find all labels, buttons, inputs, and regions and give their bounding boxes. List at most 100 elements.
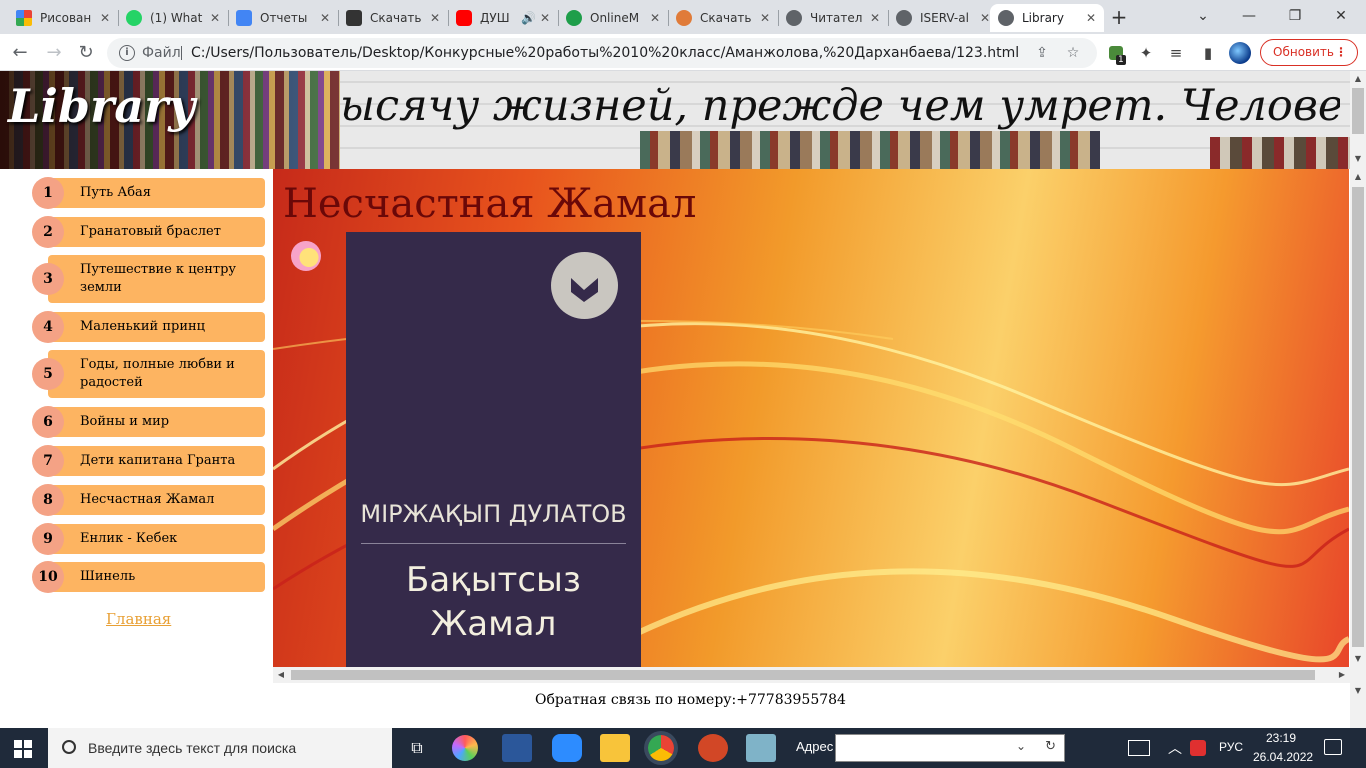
close-icon[interactable]: ✕ — [760, 11, 770, 25]
nav-link[interactable]: Путь Абая — [48, 178, 265, 208]
nav-item-6[interactable]: 6 Войны и мир — [32, 406, 265, 438]
extensions-puzzle-icon[interactable]: ✦ — [1136, 43, 1156, 63]
zoom-icon[interactable] — [552, 734, 582, 762]
windows-start-icon[interactable] — [14, 740, 32, 758]
search-placeholder: Введите здесь текст для поиска — [88, 740, 297, 756]
nav-item-8[interactable]: 8 Несчастная Жамал — [32, 484, 265, 516]
share-icon[interactable]: ⇪ — [1032, 43, 1052, 63]
nav-link[interactable]: Енлик - Кебек — [48, 524, 265, 554]
close-icon[interactable]: ✕ — [320, 11, 330, 25]
nav-link[interactable]: Несчастная Жамал — [48, 485, 265, 515]
forward-arrow-icon[interactable]: → — [40, 39, 68, 67]
paint3d-icon[interactable] — [452, 735, 478, 761]
close-icon[interactable]: ✕ — [540, 11, 550, 25]
close-icon[interactable]: ✕ — [650, 11, 660, 25]
address-bar[interactable]: i Файл C:/Users/Пользователь/Desktop/Кон… — [107, 38, 1097, 68]
close-icon[interactable]: ✕ — [1086, 11, 1096, 25]
tab-1[interactable]: Рисован ✕ — [8, 4, 118, 32]
scroll-thumb[interactable] — [1352, 88, 1364, 134]
back-arrow-icon[interactable]: ← — [6, 39, 34, 67]
nav-item-9[interactable]: 9 Енлик - Кебек — [32, 523, 265, 555]
nav-item-4[interactable]: 4 Маленький принц — [32, 311, 265, 343]
notifications-icon[interactable] — [1324, 739, 1342, 755]
close-icon[interactable]: ✕ — [100, 11, 110, 25]
clock-date[interactable]: 26.04.2022 — [1253, 750, 1313, 764]
scroll-down-icon[interactable]: ▼ — [1350, 683, 1366, 699]
bookmark-star-icon[interactable]: ☆ — [1063, 43, 1083, 63]
nav-link[interactable]: Путешествие к центру земли — [48, 255, 265, 303]
new-tab-button[interactable]: + — [1108, 4, 1130, 30]
home-link[interactable]: Главная — [106, 610, 171, 628]
more-menu-icon[interactable]: ⋮ — [1335, 40, 1347, 65]
extension-badge-icon[interactable]: 1 — [1106, 43, 1126, 65]
nav-link[interactable]: Гранатовый браслет — [48, 217, 265, 247]
site-logo[interactable]: Library — [8, 79, 195, 133]
tab-label: Читател — [810, 11, 863, 25]
tab-8[interactable]: Читател ✕ — [778, 4, 888, 32]
scroll-thumb[interactable] — [1352, 187, 1364, 647]
reload-icon[interactable]: ↻ — [72, 39, 100, 67]
minimize-button[interactable]: — — [1226, 4, 1272, 28]
nav-item-7[interactable]: 7 Дети капитана Гранта — [32, 445, 265, 477]
nav-item-5[interactable]: 5 Годы, полные любви и радостей — [32, 350, 265, 398]
book-content-frame: Несчастная Жамал МІРЖАҚЫП ДУЛАТОВ Бақытс… — [273, 169, 1349, 667]
notebook-app-icon[interactable] — [746, 734, 776, 762]
speaker-icon[interactable]: 🔊 — [521, 11, 536, 25]
frame-horizontal-scrollbar[interactable]: ◀ ▶ — [273, 667, 1350, 683]
url-text[interactable]: C:/Users/Пользователь/Desktop/Конкурсные… — [191, 38, 1019, 68]
scroll-left-icon[interactable]: ◀ — [273, 667, 289, 683]
profile-avatar[interactable] — [1229, 42, 1251, 64]
tab-search-chevron-icon[interactable]: ⌄ — [1180, 4, 1226, 28]
tab-4[interactable]: Скачать ✕ — [338, 4, 448, 32]
keyboard-icon[interactable] — [1128, 740, 1150, 756]
close-icon[interactable]: ✕ — [870, 11, 880, 25]
tray-chevron-up-icon[interactable]: ︿ — [1168, 738, 1182, 758]
tab-5[interactable]: ДУШ 🔊 ✕ — [448, 4, 558, 32]
scroll-thumb[interactable] — [291, 670, 1315, 680]
scroll-down-icon[interactable]: ▼ — [1350, 151, 1366, 167]
tab-label: Скачать — [370, 11, 422, 25]
tab-6[interactable]: OnlineM ✕ — [558, 4, 668, 32]
file-explorer-icon[interactable] — [600, 734, 630, 762]
side-panel-icon[interactable]: ▮ — [1198, 43, 1218, 63]
media-control-icon[interactable]: ≡ — [1166, 43, 1186, 63]
cover-title: Бақытсыз Жамал — [346, 558, 641, 646]
close-window-button[interactable]: ✕ — [1318, 4, 1364, 28]
nav-link[interactable]: Годы, полные любви и радостей — [48, 350, 265, 398]
chevron-down-icon[interactable]: ⌄ — [1016, 739, 1026, 753]
frame-vertical-scrollbar[interactable]: ▲ ▼ — [1350, 169, 1366, 667]
scroll-down-icon[interactable]: ▼ — [1350, 651, 1366, 667]
address-toolbar-input[interactable]: ⌄ ↻ — [835, 734, 1065, 762]
nav-link[interactable]: Маленький принц — [48, 312, 265, 342]
nav-link[interactable]: Дети капитана Гранта — [48, 446, 265, 476]
nav-item-2[interactable]: 2 Гранатовый браслет — [32, 216, 265, 248]
tab-9[interactable]: ISERV-al ✕ — [888, 4, 998, 32]
tray-app-icon[interactable] — [1190, 740, 1206, 756]
close-icon[interactable]: ✕ — [210, 11, 220, 25]
powerpoint-icon[interactable] — [698, 734, 728, 762]
tab-2[interactable]: (1) What ✕ — [118, 4, 228, 32]
go-refresh-icon[interactable]: ↻ — [1045, 739, 1056, 754]
task-view-icon[interactable]: ⧉ — [402, 734, 432, 762]
nav-link[interactable]: Войны и мир — [48, 407, 265, 437]
nav-link[interactable]: Шинель — [48, 562, 265, 592]
nav-item-10[interactable]: 10 Шинель — [32, 561, 265, 593]
scroll-up-icon[interactable]: ▲ — [1350, 169, 1366, 185]
close-icon[interactable]: ✕ — [980, 11, 990, 25]
taskbar-search[interactable]: Введите здесь текст для поиска — [48, 728, 392, 768]
update-button[interactable]: Обновить ⋮ — [1260, 39, 1358, 66]
nav-item-1[interactable]: 1 Путь Абая — [32, 177, 265, 209]
clock-time[interactable]: 23:19 — [1266, 731, 1296, 745]
tab-3[interactable]: Отчеты ✕ — [228, 4, 338, 32]
tab-7[interactable]: Скачать ✕ — [668, 4, 778, 32]
scroll-up-icon[interactable]: ▲ — [1350, 71, 1366, 87]
chrome-icon[interactable] — [648, 735, 674, 761]
info-icon[interactable]: i — [119, 45, 135, 61]
word-icon[interactable] — [502, 734, 532, 762]
restore-button[interactable]: ❐ — [1272, 4, 1318, 28]
nav-item-3[interactable]: 3 Путешествие к центру земли — [32, 255, 265, 303]
tab-active-library[interactable]: Library ✕ — [990, 4, 1104, 32]
language-indicator[interactable]: РУС — [1219, 740, 1243, 754]
close-icon[interactable]: ✕ — [430, 11, 440, 25]
scroll-right-icon[interactable]: ▶ — [1334, 667, 1350, 683]
